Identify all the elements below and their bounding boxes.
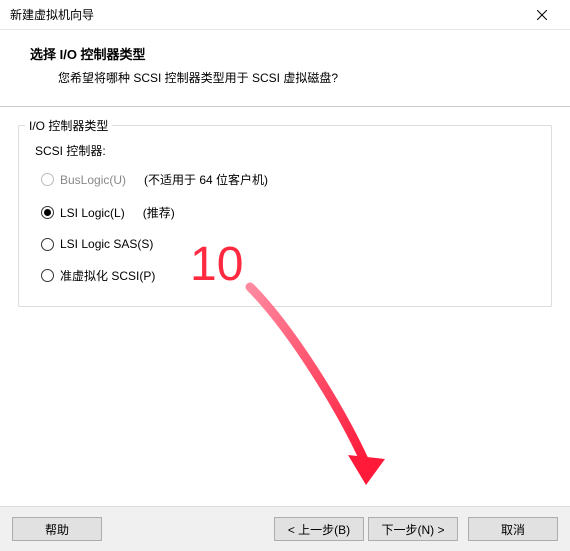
io-controller-group: I/O 控制器类型 SCSI 控制器: BusLogic(U) (不适用于 64… bbox=[18, 125, 552, 307]
radio-label: BusLogic(U) bbox=[60, 173, 126, 187]
window-title: 新建虚拟机向导 bbox=[10, 6, 522, 23]
cancel-button[interactable]: 取消 bbox=[468, 517, 558, 541]
radio-label: 准虚拟化 SCSI(P) bbox=[60, 267, 155, 284]
help-button[interactable]: 帮助 bbox=[12, 517, 102, 541]
next-button[interactable]: 下一步(N) > bbox=[368, 517, 458, 541]
close-icon bbox=[537, 10, 547, 20]
radio-label: LSI Logic(L) bbox=[60, 206, 125, 220]
page-title: 选择 I/O 控制器类型 bbox=[30, 44, 550, 63]
radio-paravirtual-scsi[interactable]: 准虚拟化 SCSI(P) bbox=[41, 267, 537, 284]
scsi-controller-label: SCSI 控制器: bbox=[35, 142, 537, 159]
radio-label: LSI Logic SAS(S) bbox=[60, 237, 153, 251]
wizard-content: I/O 控制器类型 SCSI 控制器: BusLogic(U) (不适用于 64… bbox=[0, 107, 570, 495]
radio-buslogic: BusLogic(U) (不适用于 64 位客户机) bbox=[41, 171, 537, 188]
close-button[interactable] bbox=[522, 1, 562, 29]
group-legend: I/O 控制器类型 bbox=[25, 117, 112, 134]
radio-icon bbox=[41, 238, 54, 251]
titlebar: 新建虚拟机向导 bbox=[0, 0, 570, 30]
wizard-header: 选择 I/O 控制器类型 您希望将哪种 SCSI 控制器类型用于 SCSI 虚拟… bbox=[0, 30, 570, 107]
radio-hint: (推荐) bbox=[143, 204, 175, 221]
page-subtitle: 您希望将哪种 SCSI 控制器类型用于 SCSI 虚拟磁盘? bbox=[30, 69, 550, 86]
radio-icon bbox=[41, 173, 54, 186]
radio-hint: (不适用于 64 位客户机) bbox=[144, 171, 268, 188]
radio-icon bbox=[41, 269, 54, 282]
radio-lsi-logic[interactable]: LSI Logic(L) (推荐) bbox=[41, 204, 537, 221]
back-button[interactable]: < 上一步(B) bbox=[274, 517, 364, 541]
radio-lsi-logic-sas[interactable]: LSI Logic SAS(S) bbox=[41, 237, 537, 251]
radio-icon bbox=[41, 206, 54, 219]
wizard-footer: 帮助 < 上一步(B) 下一步(N) > 取消 bbox=[0, 506, 570, 551]
